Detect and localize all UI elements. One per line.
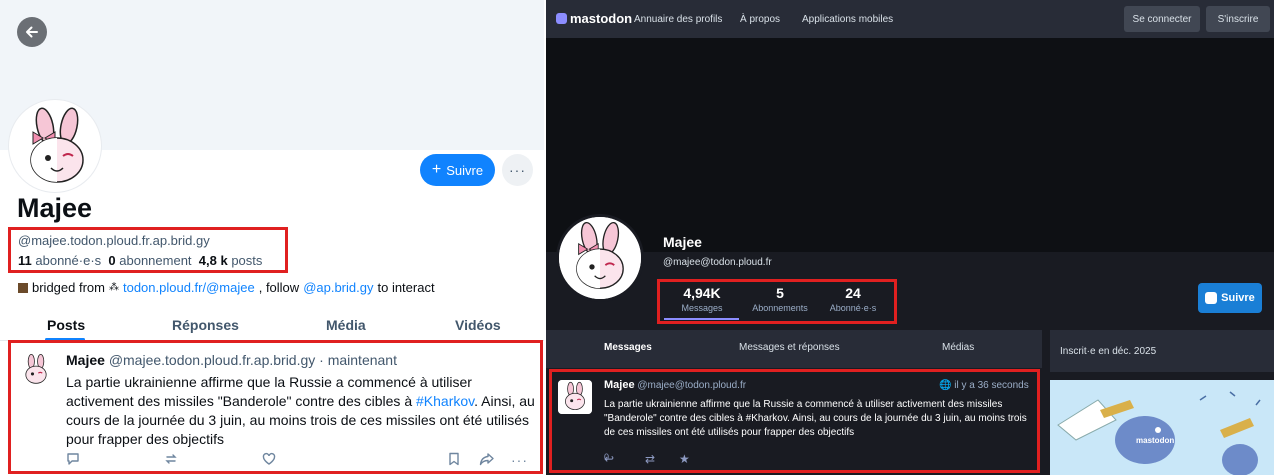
bunny-avatar-image bbox=[559, 217, 641, 299]
bunny-avatar-image bbox=[11, 102, 99, 190]
top-navbar: mastodon Annuaire des profils À propos A… bbox=[546, 0, 1274, 38]
mastodon-mascot-illustration bbox=[1057, 391, 1261, 475]
active-stat-indicator bbox=[664, 318, 739, 320]
bookmark-icon[interactable] bbox=[447, 452, 461, 469]
arrow-left-icon bbox=[26, 26, 38, 38]
bridge-flag-icon bbox=[18, 282, 28, 293]
tab-posts[interactable]: Messages bbox=[604, 342, 652, 353]
profile-bio: bridged from ⁂ todon.ploud.fr/@majee, fo… bbox=[18, 280, 435, 295]
post-text: La partie ukrainienne affirme que la Rus… bbox=[604, 399, 1027, 438]
post-avatar[interactable] bbox=[558, 380, 592, 414]
share-icon[interactable] bbox=[479, 452, 495, 469]
post-text: La partie ukrainienne affirme que la Rus… bbox=[66, 373, 536, 449]
globe-icon: 🌐 bbox=[939, 380, 952, 391]
follow-button-label: Suivre bbox=[1221, 292, 1255, 304]
post-time[interactable]: · maintenant bbox=[319, 352, 397, 368]
stat-following-number: 5 bbox=[776, 285, 784, 301]
illustration-text: mastodon bbox=[1136, 436, 1175, 445]
profile-stats: 11 abonné·e·s 0 abonnement 4,8 k posts bbox=[18, 253, 262, 268]
post-actions: ··· bbox=[60, 452, 530, 472]
bluesky-profile-panel: + Suivre ··· Majee @majee.todon.ploud.fr… bbox=[0, 0, 544, 475]
signup-button[interactable]: S'inscrire bbox=[1206, 6, 1270, 32]
post-more-icon[interactable]: ··· bbox=[511, 452, 528, 468]
bridge-tail-text: to interact bbox=[377, 280, 435, 295]
profile-handle: @majee.todon.ploud.fr.ap.brid.gy bbox=[18, 233, 210, 248]
post-timestamp[interactable]: 🌐 il y a 36 seconds bbox=[939, 380, 1029, 391]
reply-icon[interactable] bbox=[66, 452, 80, 469]
more-options-button[interactable]: ··· bbox=[502, 154, 533, 186]
mastodon-illustration: mastodon bbox=[1050, 380, 1274, 475]
profile-tabs: Messages Messages et réponses Médias bbox=[546, 330, 1042, 368]
nav-mobile-apps[interactable]: Applications mobiles bbox=[802, 14, 893, 25]
following-count[interactable]: 0 bbox=[108, 253, 115, 268]
follow-button[interactable]: Suivre bbox=[1198, 283, 1262, 313]
mastodon-follow-icon bbox=[1205, 292, 1218, 304]
stat-followers-number: 24 bbox=[845, 285, 861, 301]
follow-button[interactable]: + Suivre bbox=[420, 154, 495, 186]
stat-following[interactable]: 5 Abonnements bbox=[740, 285, 820, 313]
post-author[interactable]: Majee bbox=[66, 352, 105, 368]
profile-header-image bbox=[546, 38, 1274, 252]
login-button[interactable]: Se connecter bbox=[1124, 6, 1200, 32]
signup-button-label: S'inscrire bbox=[1217, 13, 1259, 25]
followers-count[interactable]: 11 bbox=[18, 253, 32, 268]
bunny-avatar-image bbox=[18, 352, 54, 388]
stat-posts-number: 4,94K bbox=[683, 285, 721, 301]
mastodon-logo[interactable]: mastodon bbox=[556, 11, 632, 26]
post-handle[interactable]: @majee@todon.ploud.fr bbox=[637, 380, 746, 391]
followers-label[interactable]: abonné·e·s bbox=[35, 253, 101, 268]
post-author[interactable]: Majee bbox=[604, 379, 635, 391]
profile-tabs: Posts Réponses Média Vidéos bbox=[0, 311, 544, 341]
post-header: Majee @majee@todon.ploud.fr bbox=[604, 379, 746, 391]
tab-media[interactable]: Médias bbox=[942, 342, 974, 353]
stat-following-label: Abonnements bbox=[752, 303, 808, 313]
avatar[interactable] bbox=[9, 100, 101, 192]
like-icon[interactable] bbox=[262, 452, 276, 469]
joined-date: Inscrit·e en déc. 2025 bbox=[1060, 346, 1157, 357]
nav-profile-directory[interactable]: Annuaire des profils bbox=[634, 14, 722, 25]
mastodon-logo-text: mastodon bbox=[570, 11, 633, 26]
post-hashtag[interactable]: #Kharkov bbox=[416, 393, 474, 409]
tab-media[interactable]: Média bbox=[326, 317, 366, 333]
tab-posts-and-replies[interactable]: Messages et réponses bbox=[739, 342, 840, 353]
profile-handle: @majee@todon.ploud.fr bbox=[663, 257, 772, 268]
ellipsis-icon: ··· bbox=[509, 162, 526, 178]
profile-name: Majee bbox=[663, 234, 702, 250]
tab-replies[interactable]: Réponses bbox=[172, 317, 239, 333]
bridge-account-link[interactable]: @ap.brid.gy bbox=[303, 280, 373, 295]
bridge-source-link[interactable]: todon.ploud.fr/@majee bbox=[123, 280, 255, 295]
post-time: il y a 36 seconds bbox=[954, 380, 1029, 391]
stat-followers[interactable]: 24 Abonné·e·s bbox=[813, 285, 893, 313]
post-text-before: La partie ukrainienne affirme que la Rus… bbox=[66, 374, 472, 409]
mastodon-profile-panel: mastodon Annuaire des profils À propos A… bbox=[546, 0, 1274, 475]
repost-icon[interactable] bbox=[164, 452, 178, 469]
bunny-avatar-image bbox=[558, 380, 592, 414]
follow-button-label: Suivre bbox=[446, 162, 484, 178]
bridge-text: bridged from bbox=[32, 280, 105, 295]
following-label[interactable]: abonnement bbox=[119, 253, 191, 268]
mastodon-small-icon: ⁂ bbox=[108, 282, 119, 293]
stat-posts[interactable]: 4,94K Messages bbox=[662, 285, 742, 313]
bridge-follow-text: , follow bbox=[258, 280, 300, 295]
post-handle[interactable]: @majee.todon.ploud.fr.ap.brid.gy bbox=[109, 352, 315, 368]
back-button[interactable] bbox=[17, 17, 47, 47]
boost-icon[interactable]: ⇄ bbox=[645, 452, 655, 466]
login-button-label: Se connecter bbox=[1132, 13, 1192, 25]
post-header: Majee @majee.todon.ploud.fr.ap.brid.gy ·… bbox=[66, 352, 397, 368]
post-avatar[interactable] bbox=[18, 352, 54, 388]
plus-icon: + bbox=[431, 161, 442, 178]
reply-count: 0 bbox=[604, 452, 610, 462]
avatar[interactable] bbox=[556, 214, 644, 302]
favourite-icon[interactable]: ★ bbox=[679, 452, 690, 466]
profile-name: Majee bbox=[17, 193, 93, 223]
nav-about[interactable]: À propos bbox=[740, 14, 780, 25]
stat-posts-label: Messages bbox=[681, 303, 723, 313]
tab-posts[interactable]: Posts bbox=[47, 317, 85, 333]
posts-count: 4,8 k bbox=[198, 253, 228, 268]
mastodon-logo-icon bbox=[556, 13, 567, 24]
posts-label: posts bbox=[231, 253, 263, 268]
stat-followers-label: Abonné·e·s bbox=[829, 303, 877, 313]
tab-videos[interactable]: Vidéos bbox=[455, 317, 501, 333]
